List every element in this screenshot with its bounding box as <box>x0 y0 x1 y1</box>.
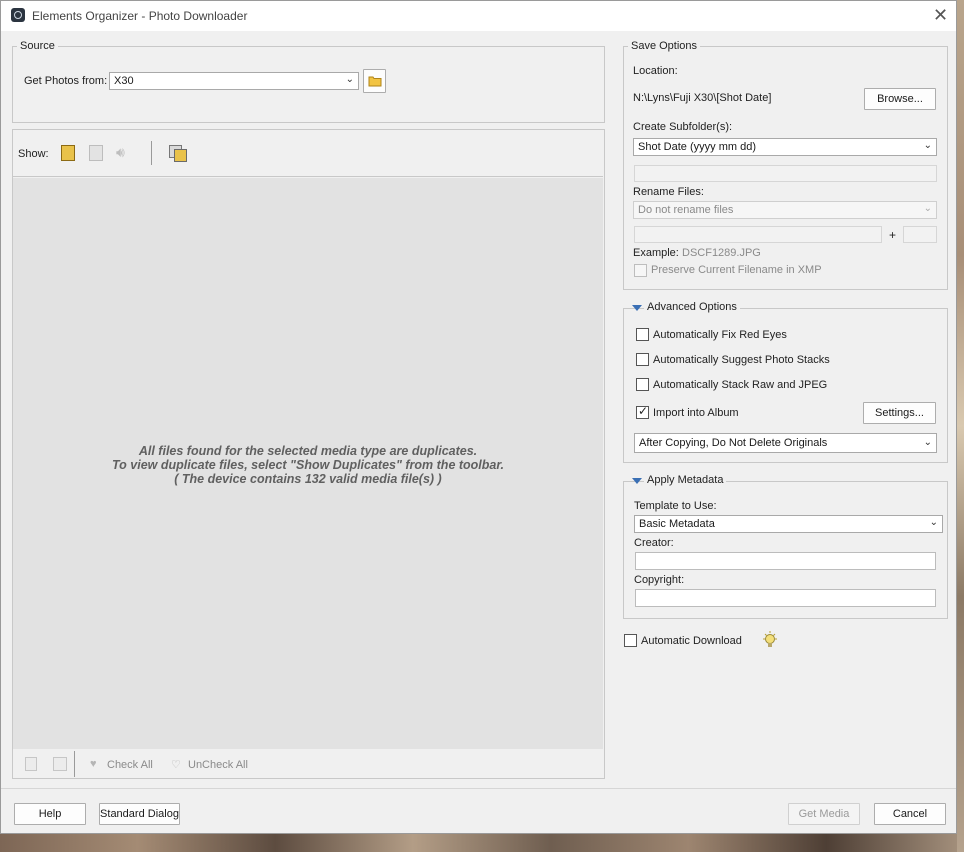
get-photos-label: Get Photos from: <box>24 75 108 87</box>
toolbar-divider <box>151 141 152 165</box>
duplicates-message-line-1: All files found for the selected media t… <box>138 444 478 458</box>
media-bottom-bar <box>13 750 603 778</box>
stack-raw-jpeg-label: Automatically Stack Raw and JPEG <box>653 379 828 391</box>
rename-text-input[interactable] <box>634 226 882 243</box>
template-value: Basic Metadata <box>639 518 715 530</box>
desktop-background-strip <box>0 834 964 852</box>
chevron-down-icon: ⌄ <box>923 437 932 448</box>
uncheck-all-button[interactable]: UnCheck All <box>188 759 248 771</box>
duplicates-message-line-3: ( The device contains 132 valid media fi… <box>174 472 442 486</box>
preserve-filename-label: Preserve Current Filename in XMP <box>651 264 822 276</box>
desktop-background-edge <box>957 0 964 852</box>
chevron-down-icon: ⌄ <box>929 517 938 528</box>
app-icon <box>11 8 25 22</box>
check-all-icon: ♥ <box>90 758 97 770</box>
collapse-triangle-icon[interactable] <box>632 478 642 484</box>
copyright-input[interactable] <box>635 589 936 607</box>
fix-red-eyes-label: Automatically Fix Red Eyes <box>653 329 787 341</box>
automatic-download-checkbox[interactable] <box>624 634 637 647</box>
location-value: N:\Lyns\Fuji X30\[Shot Date] <box>633 92 772 104</box>
save-options-legend: Save Options <box>628 40 701 52</box>
duplicates-icon[interactable] <box>169 145 187 162</box>
rename-number-input[interactable] <box>903 226 937 243</box>
settings-button[interactable]: Settings... <box>863 402 936 424</box>
collapse-triangle-icon[interactable] <box>632 305 642 311</box>
browse-source-button[interactable] <box>363 69 386 93</box>
preserve-filename-checkbox[interactable] <box>634 264 647 277</box>
cancel-button[interactable]: Cancel <box>874 803 946 825</box>
after-copy-select[interactable]: After Copying, Do Not Delete Originals ⌄ <box>634 433 937 453</box>
help-button[interactable]: Help <box>14 803 86 825</box>
fix-red-eyes-checkbox[interactable] <box>636 328 649 341</box>
chevron-down-icon: ⌄ <box>923 140 932 151</box>
duplicates-message-line-2: To view duplicate files, select "Show Du… <box>111 458 505 472</box>
copyright-label: Copyright: <box>634 574 685 586</box>
subfolder-label: Create Subfolder(s): <box>633 121 733 133</box>
example-value: DSCF1289.JPG <box>682 247 761 259</box>
apply-metadata-legend: Apply Metadata <box>644 474 727 486</box>
standard-dialog-button[interactable]: Standard Dialog <box>99 803 180 825</box>
title-bar: Elements Organizer - Photo Downloader ✕ <box>1 1 956 31</box>
advanced-options-legend: Advanced Options <box>644 301 740 313</box>
rename-value: Do not rename files <box>638 204 734 216</box>
rotate-left-icon[interactable] <box>25 757 37 771</box>
audio-icon[interactable]: 🔊︎ <box>116 144 125 161</box>
photo-icon[interactable] <box>61 145 75 161</box>
check-all-button[interactable]: Check All <box>107 759 153 771</box>
device-select[interactable]: X30 ⌄ <box>109 72 359 90</box>
automatic-download-label: Automatic Download <box>641 635 742 647</box>
footer-separator <box>1 788 956 789</box>
browse-button[interactable]: Browse... <box>864 88 936 110</box>
close-icon[interactable]: ✕ <box>933 5 948 26</box>
template-select[interactable]: Basic Metadata ⌄ <box>634 515 943 533</box>
suggest-stacks-label: Automatically Suggest Photo Stacks <box>653 354 830 366</box>
plus-label: + <box>889 228 897 242</box>
get-media-button[interactable]: Get Media <box>788 803 860 825</box>
stack-raw-jpeg-checkbox[interactable] <box>636 378 649 391</box>
chevron-down-icon: ⌄ <box>345 74 354 85</box>
photo-downloader-window: Elements Organizer - Photo Downloader ✕ … <box>0 0 957 834</box>
rename-label: Rename Files: <box>633 186 704 198</box>
device-value: X30 <box>114 75 134 87</box>
after-copy-value: After Copying, Do Not Delete Originals <box>639 437 828 449</box>
rotate-right-icon[interactable] <box>53 757 67 771</box>
lightbulb-icon[interactable] <box>762 631 778 651</box>
window-title: Elements Organizer - Photo Downloader <box>32 9 248 23</box>
subfolder-value: Shot Date (yyyy mm dd) <box>638 141 756 153</box>
suggest-stacks-checkbox[interactable] <box>636 353 649 366</box>
template-label: Template to Use: <box>634 500 717 512</box>
creator-input[interactable] <box>635 552 936 570</box>
source-legend: Source <box>17 40 58 52</box>
video-icon[interactable] <box>89 145 103 161</box>
chevron-down-icon: ⌄ <box>923 203 932 214</box>
uncheck-all-icon: ♡ <box>171 759 181 771</box>
location-label: Location: <box>633 65 678 77</box>
folder-icon <box>368 76 381 87</box>
subfolder-select[interactable]: Shot Date (yyyy mm dd) ⌄ <box>633 138 937 156</box>
custom-subfolder-input[interactable] <box>634 165 937 182</box>
example-label: Example: <box>633 247 679 259</box>
import-album-label: Import into Album <box>653 407 739 419</box>
import-album-checkbox[interactable] <box>636 404 649 419</box>
creator-label: Creator: <box>634 537 674 549</box>
bottom-bar-divider <box>74 751 75 777</box>
show-label: Show: <box>18 148 49 160</box>
rename-select[interactable]: Do not rename files ⌄ <box>633 201 937 219</box>
